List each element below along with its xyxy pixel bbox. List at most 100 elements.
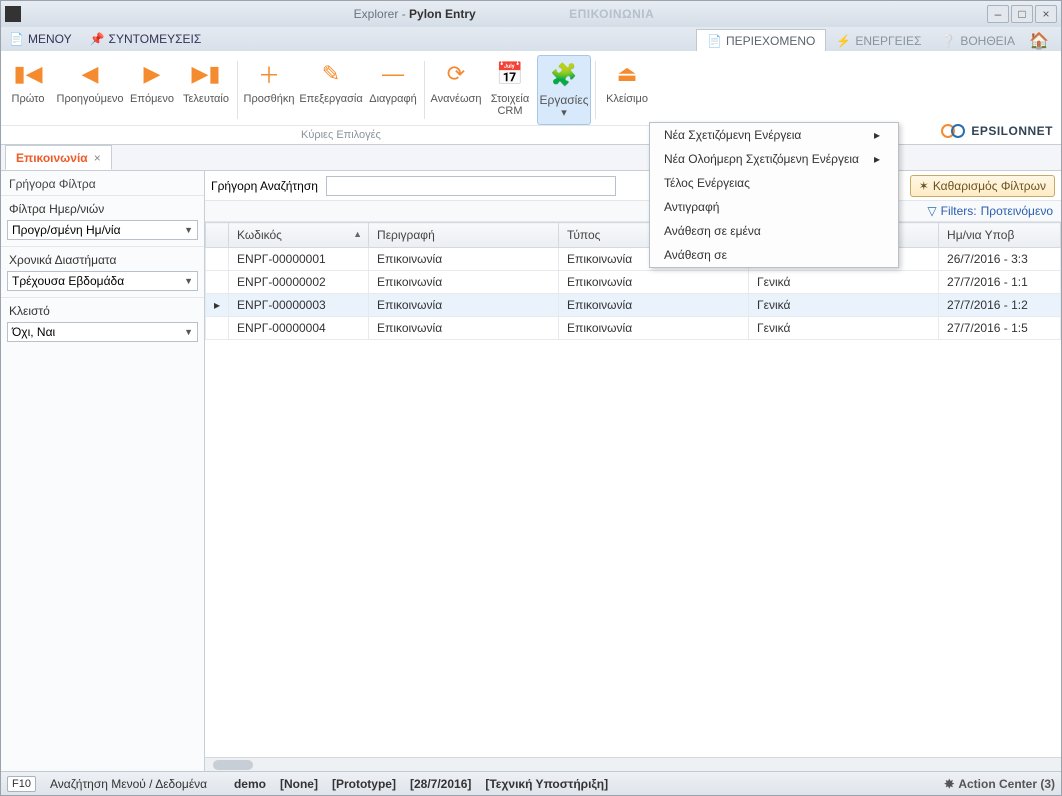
cell: Επικοινωνία: [559, 294, 749, 317]
refresh-icon: ⟳: [447, 61, 465, 87]
column-header[interactable]: Ημ/νια Υποβ: [939, 223, 1061, 248]
closed-label: Κλειστό: [1, 297, 204, 320]
cell: Επικοινωνία: [559, 271, 749, 294]
cell: ΕΝΡΓ-00000002: [229, 271, 369, 294]
ribbon-close[interactable]: ⏏Κλείσιμο: [600, 55, 654, 125]
status-none: [None]: [280, 777, 318, 791]
quick-search-bar: Γρήγορη Αναζήτηση ✶Καθαρισμός Φίλτρων: [205, 171, 1061, 201]
sort-asc-icon: ▲: [353, 229, 362, 239]
doc-tab-close-icon[interactable]: ×: [94, 151, 101, 165]
cell: Γενικά: [749, 294, 939, 317]
pin-icon: [90, 32, 105, 46]
status-support: [Τεχνική Υποστήριξη]: [485, 777, 608, 791]
shortcuts-button[interactable]: ΣΥΝΤΟΜΕΥΣΕΙΣ: [90, 32, 202, 46]
cell: Επικοινωνία: [369, 317, 559, 340]
funnel-icon: ▽: [927, 204, 936, 218]
clear-filters-button[interactable]: ✶Καθαρισμός Φίλτρων: [910, 175, 1055, 197]
ribbon-tab-help[interactable]: ΒΟΗΘΕΙΑ: [931, 30, 1025, 51]
last-icon: ▶▮: [191, 61, 220, 87]
prev-icon: ◀: [82, 61, 99, 87]
title-context: ΕΠΙΚΟΙΝΩΝΙΑ: [569, 7, 654, 21]
status-search-hint[interactable]: Αναζήτηση Μενού / Δεδομένα: [50, 777, 220, 791]
ribbon-add[interactable]: ＋Προσθήκη: [242, 55, 296, 125]
minimize-button[interactable]: –: [987, 5, 1009, 23]
dropdown-item[interactable]: Ανάθεση σε: [650, 243, 898, 267]
maximize-button[interactable]: □: [1011, 5, 1033, 23]
ribbon-edit[interactable]: ✎Επεξεργασία: [296, 55, 366, 125]
app-icon: [5, 6, 21, 22]
action-center-button[interactable]: ✸ Action Center (3): [944, 777, 1055, 791]
home-button[interactable]: [1025, 28, 1053, 51]
puzzle-icon: 🧩: [550, 62, 577, 88]
titlebar: Explorer - Pylon Entry ΕΠΙΚΟΙΝΩΝΙΑ – □ ×: [1, 1, 1061, 27]
ribbon-delete[interactable]: —Διαγραφή: [366, 55, 420, 125]
sidebar: Γρήγορα Φίλτρα Φίλτρα Ημερ/νιών Προγρ/σμ…: [1, 171, 205, 771]
ribbon-tab-actions[interactable]: ΕΝΕΡΓΕΙΕΣ: [826, 30, 931, 51]
cell: ΕΝΡΓ-00000001: [229, 248, 369, 271]
next-icon: ▶: [144, 61, 161, 87]
status-proto: [Prototype]: [332, 777, 396, 791]
cell: ΕΝΡΓ-00000004: [229, 317, 369, 340]
table-row[interactable]: ▸ΕΝΡΓ-00000003ΕπικοινωνίαΕπικοινωνίαΓενι…: [206, 294, 1061, 317]
time-ranges-label: Χρονικά Διαστήματα: [1, 246, 204, 269]
doc-tab-communication[interactable]: Επικοινωνία ×: [5, 145, 112, 170]
chevron-right-icon: ▸: [874, 152, 880, 166]
cell: 26/7/2016 - 3:3: [939, 248, 1061, 271]
ribbon-prev[interactable]: ◀Προηγούμενο: [55, 55, 125, 125]
closed-combo[interactable]: Όχι, Ναι▼: [7, 322, 198, 342]
table-row[interactable]: ΕΝΡΓ-00000001ΕπικοινωνίαΕπικοινωνίαΓενικ…: [206, 248, 1061, 271]
horizontal-scrollbar[interactable]: [205, 757, 1061, 771]
plus-icon: ＋: [258, 61, 280, 87]
data-grid[interactable]: Κωδικός▲ΠεριγραφήΤύποςΗμ/νια Υποβ ΕΝΡΓ-0…: [205, 222, 1061, 757]
statusbar: F10 Αναζήτηση Μενού / Δεδομένα demo [Non…: [1, 771, 1061, 795]
status-user: demo: [234, 777, 266, 791]
eject-icon: ⏏: [617, 61, 638, 87]
f10-badge: F10: [7, 776, 36, 792]
title-app: Pylon Entry: [409, 7, 476, 21]
dropdown-item[interactable]: Νέα Σχετιζόμενη Ενέργεια▸: [650, 123, 898, 147]
chevron-right-icon: ▸: [874, 128, 880, 142]
doc-icon: [707, 34, 722, 48]
help-icon: [941, 34, 956, 48]
cell: 27/7/2016 - 1:5: [939, 317, 1061, 340]
menubar: ΜΕΝΟΥ ΣΥΝΤΟΜΕΥΣΕΙΣ ΠΕΡΙΕΧΟΜΕΝΟ ΕΝΕΡΓΕΙΕΣ…: [1, 27, 1061, 51]
dropdown-item[interactable]: Τέλος Ενέργειας: [650, 171, 898, 195]
document-tabs: Επικοινωνία ×: [1, 145, 1061, 171]
quick-search-input[interactable]: [326, 176, 616, 196]
action-center-icon: ✸: [944, 777, 954, 791]
cell: ΕΝΡΓ-00000003: [229, 294, 369, 317]
chevron-down-icon: ▼: [184, 276, 193, 286]
ribbon-last[interactable]: ▶▮Τελευταίο: [179, 55, 233, 125]
dropdown-item[interactable]: Νέα Ολοήμερη Σχετιζόμενη Ενέργεια▸: [650, 147, 898, 171]
dropdown-item[interactable]: Ανάθεση σε εμένα: [650, 219, 898, 243]
ribbon-tasks[interactable]: 🧩Εργασίες▾: [537, 55, 591, 125]
ribbon-tab-content[interactable]: ΠΕΡΙΕΧΟΜΕΝΟ: [696, 29, 826, 51]
cell: Επικοινωνία: [559, 317, 749, 340]
cell: 27/7/2016 - 1:2: [939, 294, 1061, 317]
menu-icon: [9, 32, 24, 46]
status-date: [28/7/2016]: [410, 777, 471, 791]
time-range-combo[interactable]: Τρέχουσα Εβδομάδα▼: [7, 271, 198, 291]
chevron-down-icon: ▼: [184, 327, 193, 337]
ribbon-next[interactable]: ▶Επόμενο: [125, 55, 179, 125]
minus-icon: —: [382, 61, 404, 87]
filters-note[interactable]: ▽ Filters: Προτεινόμενο: [205, 201, 1061, 222]
column-header[interactable]: Κωδικός▲: [229, 223, 369, 248]
dropdown-item[interactable]: Αντιγραφή: [650, 195, 898, 219]
close-window-button[interactable]: ×: [1035, 5, 1057, 23]
table-row[interactable]: ΕΝΡΓ-00000004ΕπικοινωνίαΕπικοινωνίαΓενικ…: [206, 317, 1061, 340]
ribbon-first[interactable]: ▮◀Πρώτο: [1, 55, 55, 125]
quick-search-label: Γρήγορη Αναζήτηση: [211, 179, 318, 193]
cell: Επικοινωνία: [369, 294, 559, 317]
cell: Επικοινωνία: [369, 271, 559, 294]
tasks-dropdown: Νέα Σχετιζόμενη Ενέργεια▸Νέα Ολοήμερη Σχ…: [649, 122, 899, 268]
home-icon: [1029, 35, 1049, 49]
menu-button[interactable]: ΜΕΝΟΥ: [9, 32, 72, 46]
column-header[interactable]: Περιγραφή: [369, 223, 559, 248]
ribbon-crm[interactable]: 📅Στοιχεία CRM: [483, 55, 537, 125]
logo: EPSILONNET: [939, 122, 1053, 140]
row-indicator-header: [206, 223, 229, 248]
date-filter-combo[interactable]: Προγρ/σμένη Ημ/νία▼: [7, 220, 198, 240]
table-row[interactable]: ΕΝΡΓ-00000002ΕπικοινωνίαΕπικοινωνίαΓενικ…: [206, 271, 1061, 294]
ribbon-refresh[interactable]: ⟳Ανανέωση: [429, 55, 483, 125]
